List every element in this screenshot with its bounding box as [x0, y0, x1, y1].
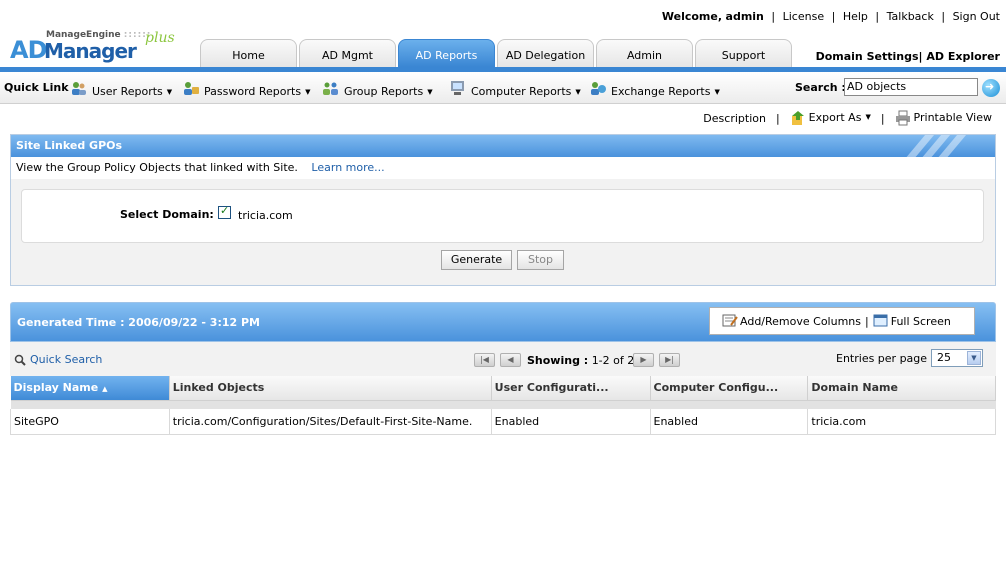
report-criteria-panel: Site Linked GPOs View the Group Policy O… — [10, 134, 996, 286]
brand-manager: Manager — [44, 39, 137, 63]
generated-time: Generated Time : 2006/09/22 - 3:12 PM — [17, 316, 260, 329]
chevron-down-icon: ▼ — [305, 88, 311, 96]
export-icon — [791, 111, 804, 125]
tab-ad-reports[interactable]: AD Reports — [398, 39, 495, 67]
quicklink-group-reports[interactable]: Group Reports ▼ — [322, 78, 433, 98]
chevron-down-icon: ▼ — [166, 88, 173, 96]
domain-links: Domain Settings| AD Explorer — [815, 50, 1000, 63]
table-row[interactable]: SiteGPO tricia.com/Configuration/Sites/D… — [10, 409, 996, 435]
tab-ad-mgmt[interactable]: AD Mgmt — [299, 39, 396, 67]
admanager-logo[interactable]: ManageEngine :::::: AD Manager plus — [8, 30, 183, 66]
talkback-link[interactable]: Talkback — [887, 10, 934, 23]
welcome-text: Welcome, — [661, 10, 723, 23]
cell-display-name: SiteGPO — [10, 409, 170, 435]
report-title-bar: Site Linked GPOs — [11, 135, 995, 157]
domain-settings-link[interactable]: Domain Settings — [816, 50, 919, 63]
group-icon — [323, 82, 338, 95]
column-header-linked-objects[interactable]: Linked Objects — [169, 376, 492, 401]
edit-columns-icon — [722, 314, 738, 327]
chevron-down-icon: ▼ — [427, 88, 433, 96]
results-header: Generated Time : 2006/09/22 - 3:12 PM Ad… — [10, 302, 996, 342]
column-tools: Add/Remove Columns | Full Screen — [709, 307, 975, 335]
app-header: ManageEngine :::::: AD Manager plus Welc… — [0, 0, 1006, 70]
quick-link-title: Quick Link : — [4, 81, 77, 94]
quicklink-computer-reports[interactable]: Computer Reports ▼ — [449, 78, 581, 98]
page-status: Showing : 1-2 of 2 — [527, 354, 635, 367]
sort-ascending-icon: ▲ — [102, 385, 108, 394]
ad-explorer-link[interactable]: AD Explorer — [926, 50, 1000, 63]
column-header-computer-config[interactable]: Computer Configu... — [650, 376, 809, 401]
column-header-domain-name[interactable]: Domain Name — [807, 376, 996, 401]
users-icon — [72, 82, 86, 95]
printer-icon — [895, 110, 910, 126]
results-table: Display Name ▲ Linked Objects User Confi… — [10, 376, 996, 435]
quicklink-password-reports[interactable]: Password Reports ▼ — [182, 78, 310, 98]
header-stripes — [901, 135, 977, 157]
export-as-menu[interactable]: Export As ▼ — [790, 110, 871, 126]
full-screen-link[interactable]: Full Screen — [891, 315, 951, 328]
quicklink-user-reports[interactable]: User Reports ▼ — [70, 78, 172, 98]
domain-checkbox[interactable] — [218, 204, 231, 219]
table-filter-row — [10, 400, 996, 409]
quick-link-bar: Quick Link : User Reports ▼ Password Repo… — [0, 72, 1006, 104]
top-links: Welcome, admin | License | Help | Talkba… — [661, 10, 1000, 23]
cell-domain-name: tricia.com — [807, 409, 996, 435]
help-link[interactable]: Help — [843, 10, 868, 23]
add-remove-columns-link[interactable]: Add/Remove Columns — [740, 315, 861, 328]
learn-more-link[interactable]: Learn more... — [311, 161, 384, 174]
username: admin — [725, 10, 764, 23]
search-icon — [14, 354, 26, 366]
previous-page-icon[interactable]: ◀ — [500, 353, 521, 367]
signout-link[interactable]: Sign Out — [953, 10, 1000, 23]
cell-linked-objects: tricia.com/Configuration/Sites/Default-F… — [169, 409, 492, 435]
brand-ad: AD — [10, 36, 47, 64]
tab-home[interactable]: Home — [200, 39, 297, 67]
cell-computer-config: Enabled — [650, 409, 809, 435]
first-page-icon[interactable]: |◀ — [474, 353, 495, 367]
search-input[interactable]: AD objects — [844, 78, 978, 96]
main-tabs: Home AD Mgmt AD Reports AD Delegation Ad… — [200, 39, 794, 67]
computer-icon — [451, 81, 464, 95]
entries-per-page-label: Entries per page — [836, 352, 928, 365]
tab-support[interactable]: Support — [695, 39, 792, 67]
domain-value: tricia.com — [238, 209, 293, 222]
description-link[interactable]: Description — [703, 112, 766, 125]
tab-ad-delegation[interactable]: AD Delegation — [497, 39, 594, 67]
tab-admin[interactable]: Admin — [596, 39, 693, 67]
last-page-icon[interactable]: ▶| — [659, 353, 680, 367]
domain-selection-box: Select Domain: tricia.com — [21, 189, 984, 243]
column-header-user-config[interactable]: User Configurati... — [491, 376, 651, 401]
pager-bar: Quick Search |◀ ◀ Showing : 1-2 of 2 ▶ ▶… — [10, 342, 996, 376]
stop-button[interactable]: Stop — [517, 250, 564, 270]
select-domain-label: Select Domain: — [120, 208, 214, 221]
exchange-icon — [591, 82, 606, 95]
chevron-down-icon: ▼ — [714, 88, 720, 96]
password-icon — [184, 82, 199, 95]
chevron-down-icon: ▼ — [967, 351, 981, 365]
quick-search-link[interactable]: Quick Search — [14, 353, 102, 366]
full-screen-icon — [873, 314, 888, 327]
report-actions: Description | Export As ▼ | Printable Vie… — [703, 110, 992, 126]
cell-user-config: Enabled — [491, 409, 651, 435]
entries-per-page-select[interactable]: 25 ▼ — [931, 349, 983, 367]
next-page-icon[interactable]: ▶ — [633, 353, 654, 367]
quicklink-exchange-reports[interactable]: Exchange Reports ▼ — [589, 78, 720, 98]
printable-view-link[interactable]: Printable View — [895, 110, 992, 126]
brand-plus: plus — [145, 30, 175, 46]
chevron-down-icon: ▼ — [575, 88, 581, 96]
generate-button[interactable]: Generate — [441, 250, 512, 270]
column-header-display-name[interactable]: Display Name ▲ — [10, 376, 170, 401]
report-description: View the Group Policy Objects that linke… — [11, 157, 995, 179]
search-label: Search : — [795, 81, 846, 94]
license-link[interactable]: License — [783, 10, 824, 23]
report-title: Site Linked GPOs — [16, 139, 123, 152]
table-header-row: Display Name ▲ Linked Objects User Confi… — [10, 376, 996, 401]
search-go-icon[interactable] — [982, 79, 1000, 97]
